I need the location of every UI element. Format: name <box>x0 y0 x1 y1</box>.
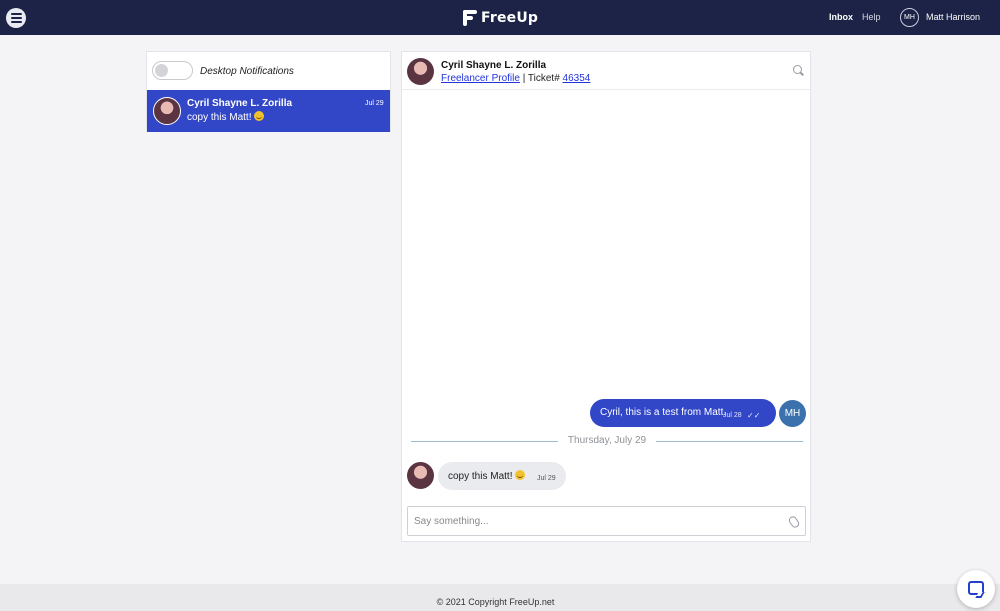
contact-avatar <box>407 58 434 85</box>
user-avatar[interactable]: MH <box>900 8 919 27</box>
desktop-notifications-label: Desktop Notifications <box>200 66 294 77</box>
message-time: Jul 28 <box>723 412 742 419</box>
contact-links: Freelancer Profile | Ticket# 46354 <box>441 73 590 84</box>
user-name[interactable]: Matt Harrison <box>926 12 980 22</box>
hamburger-menu-icon[interactable] <box>6 8 26 28</box>
message-text: Cyril, this is a test from Matt. <box>600 407 727 418</box>
chat-launcher-icon[interactable] <box>957 570 995 608</box>
freelancer-profile-link[interactable]: Freelancer Profile <box>441 73 520 84</box>
read-check-icon: ✓✓ <box>747 411 761 420</box>
contact-name: Cyril Shayne L. Zorilla <box>441 60 547 71</box>
message-composer <box>407 506 806 536</box>
attachment-paperclip-icon[interactable] <box>787 514 801 530</box>
conversation-name: Cyril Shayne L. Zorilla <box>187 98 293 109</box>
desktop-notifications-toggle[interactable] <box>152 61 193 80</box>
toggle-knob <box>155 64 168 77</box>
chat-header: Cyril Shayne L. Zorilla Freelancer Profi… <box>402 52 810 90</box>
top-navbar: FreeUp Inbox Help MH Matt Harrison <box>0 0 1000 35</box>
day-divider-line <box>411 441 558 442</box>
outgoing-message: Cyril, this is a test from Matt. Jul 28 … <box>590 399 776 427</box>
message-content: copy this Matt! <box>448 470 526 482</box>
day-divider-label: Thursday, July 29 <box>567 435 647 446</box>
conversation-preview-text: copy this Matt! <box>187 112 252 123</box>
message-time: Jul 29 <box>537 475 556 482</box>
nav-help-link[interactable]: Help <box>862 12 881 22</box>
freeup-logo[interactable]: FreeUp <box>463 8 538 28</box>
search-icon[interactable] <box>793 65 802 74</box>
footer: © 2021 Copyright FreeUp.net <box>0 584 1000 611</box>
conversation-preview: copy this Matt! <box>187 111 265 123</box>
contact-avatar <box>407 462 434 489</box>
nav-inbox-link[interactable]: Inbox <box>829 12 853 22</box>
contact-avatar <box>153 97 181 125</box>
smiley-emoji-icon <box>254 111 265 121</box>
conversation-date: Jul 29 <box>365 100 384 107</box>
smiley-emoji-icon <box>515 470 526 480</box>
conversation-list-panel: Desktop Notifications Cyril Shayne L. Zo… <box>146 51 391 132</box>
message-text: copy this Matt! <box>448 471 513 482</box>
logo-text: FreeUp <box>481 10 539 26</box>
ticket-label: | Ticket# <box>522 73 560 84</box>
day-divider-line <box>656 441 803 442</box>
message-input[interactable] <box>414 513 774 529</box>
conversation-item[interactable]: Cyril Shayne L. Zorilla Jul 29 copy this… <box>147 90 390 132</box>
my-avatar: MH <box>779 400 806 427</box>
incoming-message: copy this Matt! Jul 29 <box>438 462 566 490</box>
freeup-logo-mark-icon <box>463 10 477 26</box>
copyright-text: © 2021 Copyright FreeUp.net <box>436 597 555 607</box>
chat-bubble-tail <box>975 592 985 598</box>
ticket-number-link[interactable]: 46354 <box>563 73 591 84</box>
chat-panel: Cyril Shayne L. Zorilla Freelancer Profi… <box>401 51 811 542</box>
